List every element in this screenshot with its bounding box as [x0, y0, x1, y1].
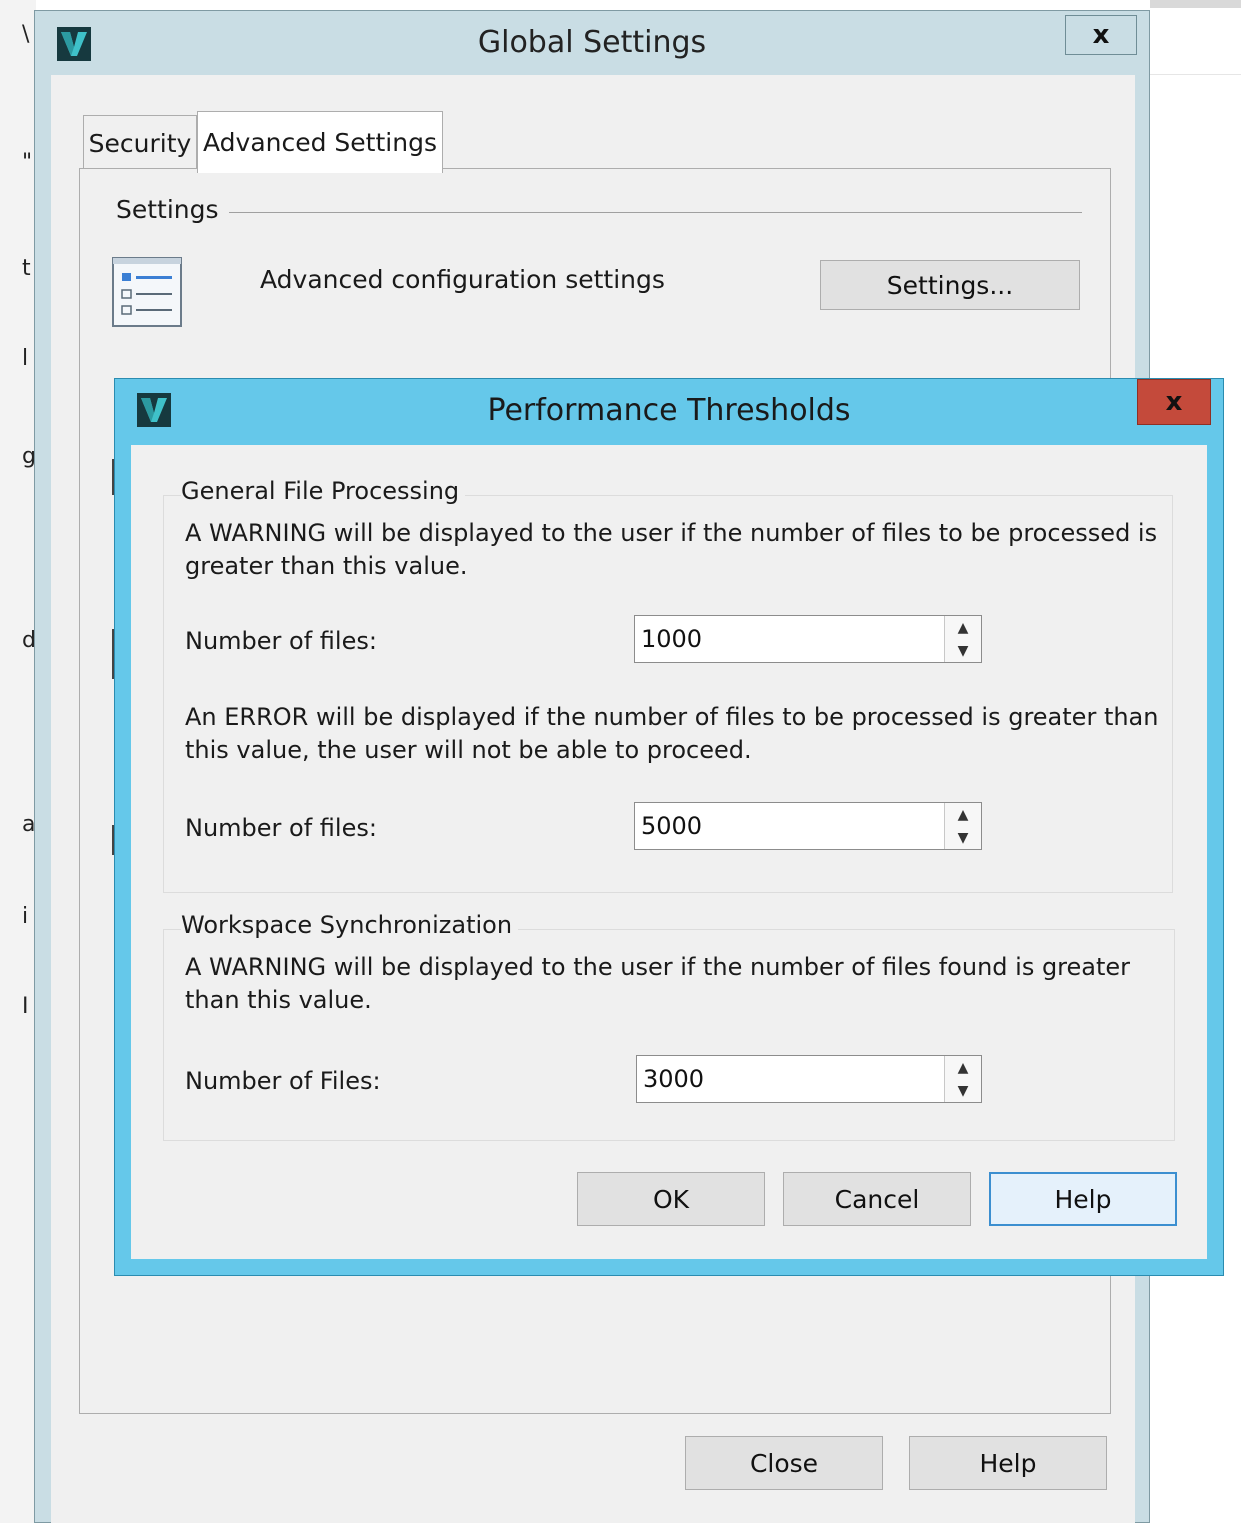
global-settings-titlebar[interactable]: Global Settings x: [35, 11, 1149, 75]
background-text-fragment: i: [22, 904, 29, 929]
close-dialog-button[interactable]: Close: [685, 1436, 883, 1490]
warning-description: A WARNING will be displayed to the user …: [185, 519, 1158, 580]
error-files-stepper[interactable]: ▲ ▼: [634, 802, 982, 850]
stepper-buttons: ▲ ▼: [944, 1056, 981, 1102]
performance-thresholds-titlebar[interactable]: Performance Thresholds x: [115, 379, 1223, 445]
warning-files-label: Number of files:: [185, 627, 377, 655]
window-title: Global Settings: [477, 25, 707, 60]
spin-down-icon[interactable]: ▼: [945, 1079, 981, 1102]
stepper-buttons: ▲ ▼: [944, 616, 981, 662]
workspace-warning-description: A WARNING will be displayed to the user …: [185, 953, 1131, 1014]
help-button[interactable]: Help: [909, 1436, 1107, 1490]
background-text-fragment: t: [22, 256, 31, 281]
settings-group-caption: Settings: [116, 195, 229, 224]
close-button[interactable]: x: [1137, 379, 1211, 425]
settings-list-icon: [112, 257, 182, 327]
workspace-files-input[interactable]: [637, 1056, 945, 1102]
group-legend: General File Processing: [181, 477, 466, 505]
help-button[interactable]: Help: [989, 1172, 1177, 1226]
workspace-files-label: Number of Files:: [185, 1067, 381, 1095]
spin-up-icon[interactable]: ▲: [945, 803, 981, 827]
performance-thresholds-window: Performance Thresholds x General File Pr…: [114, 378, 1224, 1276]
background-text-fragment: ": [22, 150, 33, 175]
background-window-topbar: [1150, 0, 1241, 8]
spin-up-icon[interactable]: ▲: [945, 1056, 981, 1080]
dialog-title: Performance Thresholds: [487, 393, 851, 428]
settings-button[interactable]: Settings...: [820, 260, 1080, 310]
advanced-configuration-label: Advanced configuration settings: [260, 265, 665, 294]
tab-label: Security: [88, 129, 192, 158]
cancel-button[interactable]: Cancel: [783, 1172, 971, 1226]
spin-down-icon[interactable]: ▼: [945, 826, 981, 849]
spin-up-icon[interactable]: ▲: [945, 616, 981, 640]
background-text-fragment: \: [22, 22, 30, 47]
close-icon: x: [1092, 20, 1110, 50]
workspace-files-stepper[interactable]: ▲ ▼: [636, 1055, 982, 1103]
background-text-fragment: I: [22, 994, 29, 1019]
performance-thresholds-client-area: General File Processing A WARNING will b…: [131, 445, 1207, 1259]
close-button[interactable]: x: [1065, 15, 1137, 55]
stepper-buttons: ▲ ▼: [944, 803, 981, 849]
warning-files-input[interactable]: [635, 616, 945, 662]
group-divider: [224, 212, 1082, 213]
background-window-divider: [1150, 74, 1241, 75]
background-text-fragment: l: [22, 346, 29, 371]
error-files-label: Number of files:: [185, 814, 377, 842]
tab-advanced-settings[interactable]: Advanced Settings: [197, 111, 443, 173]
error-description: An ERROR will be displayed if the number…: [185, 703, 1159, 764]
background-window-strip: [0, 0, 36, 1523]
tab-security[interactable]: Security: [83, 115, 197, 171]
ok-button[interactable]: OK: [577, 1172, 765, 1226]
group-legend: Workspace Synchronization: [181, 911, 519, 939]
spin-down-icon[interactable]: ▼: [945, 639, 981, 662]
warning-files-stepper[interactable]: ▲ ▼: [634, 615, 982, 663]
close-icon: x: [1165, 387, 1183, 417]
tab-label: Advanced Settings: [203, 128, 437, 157]
error-files-input[interactable]: [635, 803, 945, 849]
